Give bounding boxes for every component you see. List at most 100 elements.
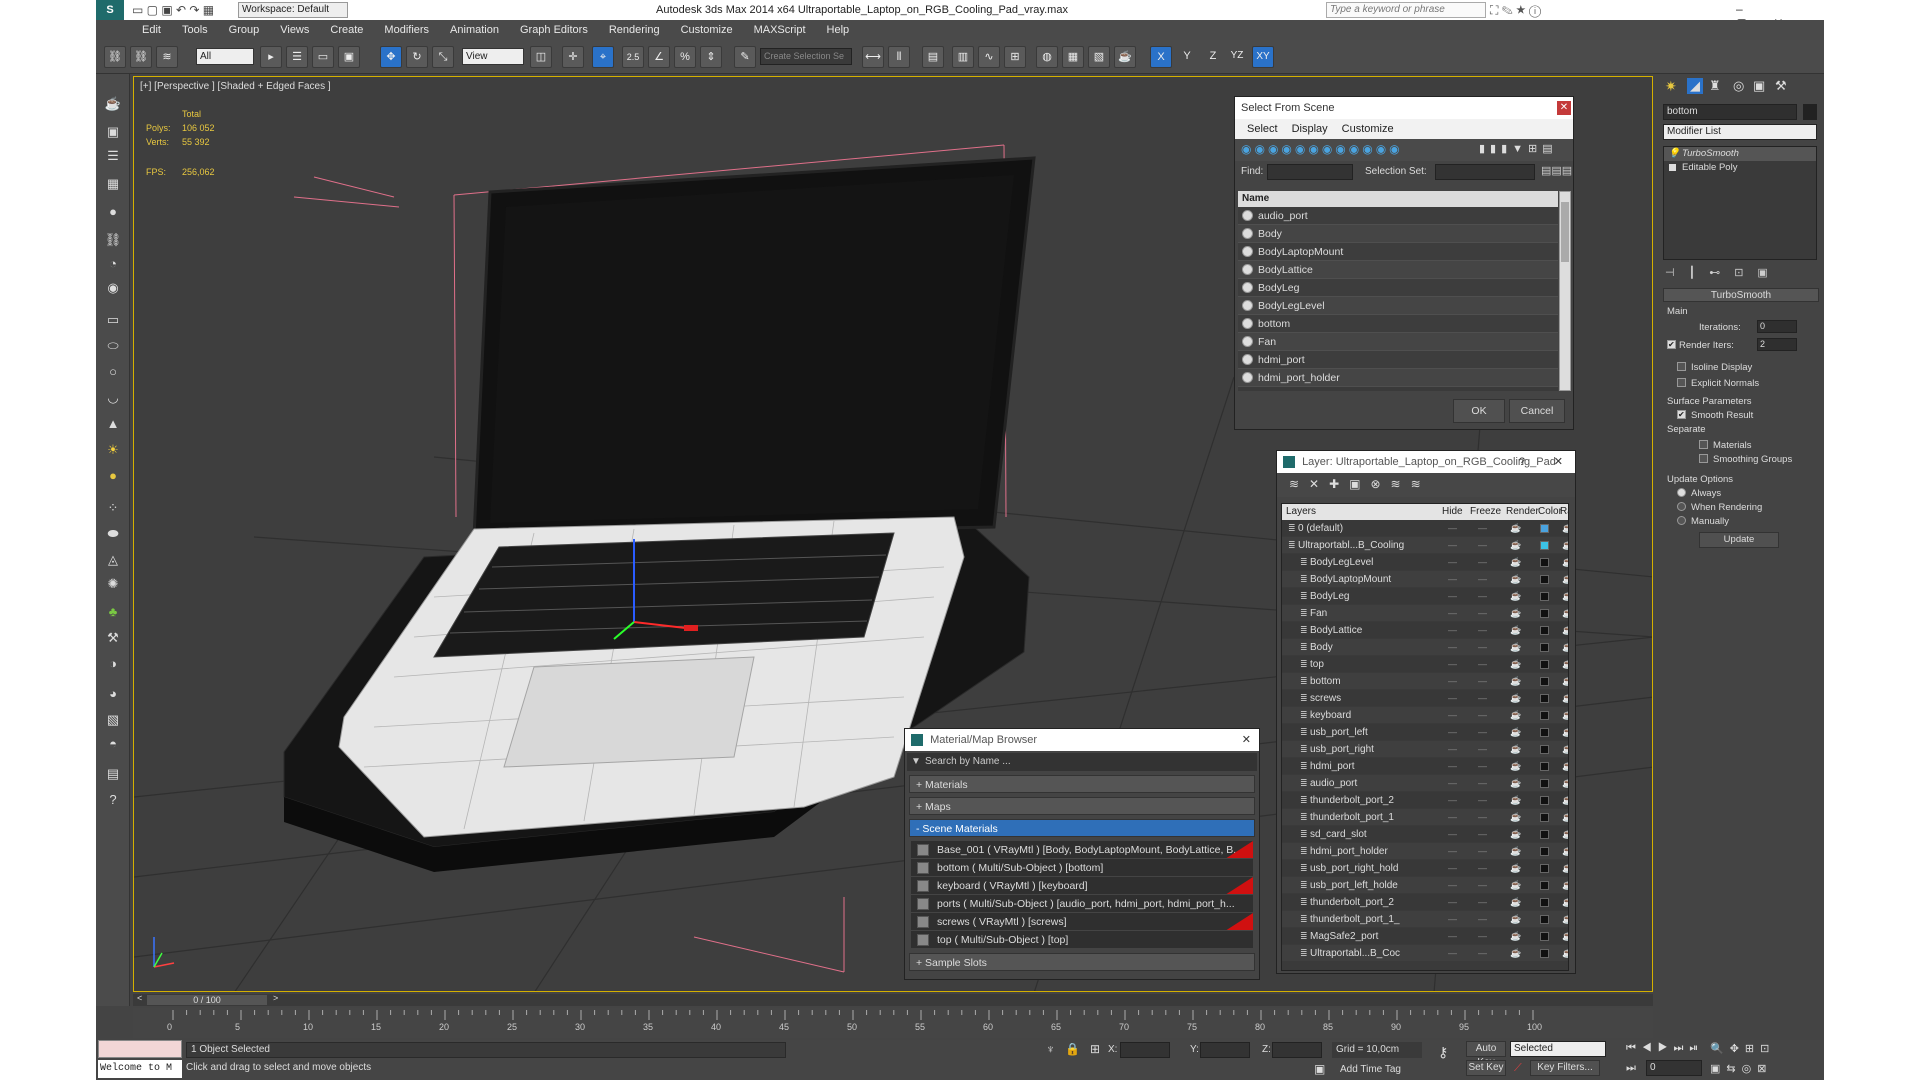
menu-views[interactable]: Views bbox=[280, 24, 309, 36]
select-by-name-icon[interactable]: ☰ bbox=[286, 46, 308, 68]
schematic-view-icon[interactable]: ⊞ bbox=[1004, 46, 1026, 68]
hide-toggle[interactable]: — bbox=[1448, 537, 1457, 554]
rollout-title[interactable]: TurboSmooth bbox=[1663, 288, 1819, 302]
render-teapot-icon[interactable]: ☕ bbox=[1510, 860, 1521, 877]
layer-color-swatch[interactable] bbox=[1540, 864, 1549, 873]
layer-row[interactable]: ≣Body — — ☕ ☕ bbox=[1282, 639, 1568, 656]
hide-toggle[interactable]: — bbox=[1448, 741, 1457, 758]
render-teapot-icon[interactable]: ☕ bbox=[1510, 843, 1521, 860]
hide-toggle[interactable]: — bbox=[1448, 588, 1457, 605]
layer-row[interactable]: ≣thunderbolt_port_1_ — — ☕ ☕ bbox=[1282, 911, 1568, 928]
hide-toggle[interactable]: — bbox=[1448, 945, 1457, 962]
scene-object-row[interactable]: BodyLaptopMount bbox=[1238, 243, 1558, 261]
maxscript-listener[interactable] bbox=[98, 1040, 182, 1058]
freeze-toggle[interactable]: — bbox=[1478, 554, 1487, 571]
layer-row[interactable]: ≣MagSafe2_port — — ☕ ☕ bbox=[1282, 928, 1568, 945]
audio-icon[interactable]: ◔ bbox=[102, 254, 124, 274]
layer-color-swatch[interactable] bbox=[1540, 541, 1549, 550]
menu-rendering[interactable]: Rendering bbox=[609, 24, 660, 36]
freeze-toggle[interactable]: — bbox=[1478, 860, 1487, 877]
axis-x-button[interactable]: X bbox=[1150, 46, 1172, 68]
menu-customize[interactable]: Customize bbox=[681, 24, 733, 36]
render-teapot-icon[interactable]: ☕ bbox=[1510, 945, 1521, 962]
layer-color-swatch[interactable] bbox=[1540, 694, 1549, 703]
scene-material-row[interactable]: screws ( VRayMtl ) [screws] bbox=[911, 913, 1253, 931]
layer-color-swatch[interactable] bbox=[1540, 796, 1549, 805]
material-editor-icon[interactable]: ◍ bbox=[1036, 46, 1058, 68]
hide-toggle[interactable]: — bbox=[1448, 758, 1457, 775]
track-bar[interactable]: 0 5 10 15 20 25 30 35 40 45 50 55 60 65 70 75 80 85 90 95 10… bbox=[133, 1008, 1653, 1038]
layer-row[interactable]: ≣thunderbolt_port_1 — — ☕ ☕ bbox=[1282, 809, 1568, 826]
camera-icon[interactable]: ◉ bbox=[102, 278, 124, 298]
list-display-icons[interactable]: ▮▮▮▼⊞▤ bbox=[1479, 142, 1558, 155]
layer-manager-icon[interactable]: ▤ bbox=[922, 46, 944, 68]
radiosity-icon[interactable]: ☕ bbox=[1562, 928, 1568, 945]
hide-toggle[interactable]: — bbox=[1448, 690, 1457, 707]
menu-modifiers[interactable]: Modifiers bbox=[384, 24, 429, 36]
motion-tab-icon[interactable]: ◎ bbox=[1733, 78, 1744, 94]
freeze-toggle[interactable]: — bbox=[1478, 792, 1487, 809]
iterations-spinner[interactable]: 0 bbox=[1757, 320, 1797, 333]
layer-row[interactable]: ≣bottom — — ☕ ☕ bbox=[1282, 673, 1568, 690]
layer-row[interactable]: ≣BodyLaptopMount — — ☕ ☕ bbox=[1282, 571, 1568, 588]
layer-row[interactable]: ≣top — — ☕ ☕ bbox=[1282, 656, 1568, 673]
scene-object-row[interactable]: Body bbox=[1238, 225, 1558, 243]
window-crossing-icon[interactable]: ▣ bbox=[338, 46, 360, 68]
freeze-toggle[interactable]: — bbox=[1478, 707, 1487, 724]
image-icon[interactable]: ▣ bbox=[102, 122, 124, 142]
layer-row[interactable]: ≣thunderbolt_port_2 — — ☕ ☕ bbox=[1282, 792, 1568, 809]
scene-object-row[interactable]: Fan bbox=[1238, 333, 1558, 351]
z-coord-field[interactable] bbox=[1272, 1042, 1322, 1058]
scene-object-row[interactable]: hdmi_port_holder bbox=[1238, 369, 1558, 387]
teapot-icon[interactable]: ☕ bbox=[102, 94, 124, 114]
hide-toggle[interactable]: — bbox=[1448, 809, 1457, 826]
render-teapot-icon[interactable]: ☕ bbox=[1510, 673, 1521, 690]
menu-animation[interactable]: Animation bbox=[450, 24, 499, 36]
close-icon[interactable]: ✕ bbox=[1557, 101, 1571, 115]
scene-object-row[interactable]: hdmi_port bbox=[1238, 351, 1558, 369]
hide-toggle[interactable]: — bbox=[1448, 843, 1457, 860]
radiosity-icon[interactable]: ☕ bbox=[1562, 792, 1568, 809]
render-teapot-icon[interactable]: ☕ bbox=[1510, 520, 1521, 537]
when-rendering-radio[interactable] bbox=[1677, 502, 1686, 511]
layer-row[interactable]: ≣screws — — ☕ ☕ bbox=[1282, 690, 1568, 707]
utilities-tab-icon[interactable]: ⚒ bbox=[1775, 78, 1787, 94]
hide-toggle[interactable]: — bbox=[1448, 520, 1457, 537]
frame-indicator[interactable]: 0 / 100 bbox=[147, 995, 267, 1005]
render-teapot-icon[interactable]: ☕ bbox=[1510, 758, 1521, 775]
scene-material-row[interactable]: top ( Multi/Sub-Object ) [top] bbox=[911, 931, 1253, 949]
render-teapot-icon[interactable]: ☕ bbox=[1510, 741, 1521, 758]
col-layers[interactable]: Layers bbox=[1286, 506, 1316, 517]
time-next-icon[interactable]: > bbox=[273, 993, 278, 1003]
maxscript-input[interactable]: Welcome to M bbox=[98, 1060, 182, 1078]
col-color[interactable]: Color bbox=[1538, 506, 1562, 517]
menu-display[interactable]: Display bbox=[1292, 123, 1328, 135]
layer-color-swatch[interactable] bbox=[1540, 609, 1549, 618]
freeze-toggle[interactable]: — bbox=[1478, 605, 1487, 622]
auto-key-button[interactable]: Auto Key bbox=[1466, 1041, 1506, 1068]
object-name-field[interactable]: bottom bbox=[1663, 104, 1797, 120]
layer-color-swatch[interactable] bbox=[1540, 745, 1549, 754]
menu-customize[interactable]: Customize bbox=[1342, 123, 1394, 135]
render-teapot-icon[interactable]: ☕ bbox=[1510, 605, 1521, 622]
hide-toggle[interactable]: — bbox=[1448, 826, 1457, 843]
named-selection-sets-dropdown[interactable]: Create Selection Se bbox=[760, 48, 852, 65]
materials-checkbox[interactable] bbox=[1699, 440, 1708, 449]
select-object-icon[interactable]: ▸ bbox=[260, 46, 282, 68]
render-teapot-icon[interactable]: ☕ bbox=[1510, 639, 1521, 656]
bulb-icon[interactable]: 💡 bbox=[1668, 147, 1680, 161]
spinner-snap-icon[interactable]: ⇕ bbox=[700, 46, 722, 68]
viewport-label[interactable]: [+] [Perspective ] [Shaded + Edged Faces… bbox=[140, 81, 331, 92]
radiosity-icon[interactable]: ☕ bbox=[1562, 537, 1568, 554]
layer-color-swatch[interactable] bbox=[1540, 728, 1549, 737]
hide-toggle[interactable]: — bbox=[1448, 792, 1457, 809]
menu-help[interactable]: Help bbox=[827, 24, 850, 36]
layer-row[interactable]: ≣Ultraportabl...B_Cooling — — ☕ ☕ bbox=[1282, 537, 1568, 554]
percent-snap-icon[interactable]: % bbox=[674, 46, 696, 68]
set-icons[interactable]: ▤▤▤ bbox=[1541, 164, 1572, 177]
render-teapot-icon[interactable]: ☕ bbox=[1510, 656, 1521, 673]
col-freeze[interactable]: Freeze bbox=[1470, 506, 1501, 517]
scene-object-row[interactable]: BodyLeg bbox=[1238, 279, 1558, 297]
layer-color-swatch[interactable] bbox=[1540, 524, 1549, 533]
select-rotate-icon[interactable]: ↻ bbox=[406, 46, 428, 68]
